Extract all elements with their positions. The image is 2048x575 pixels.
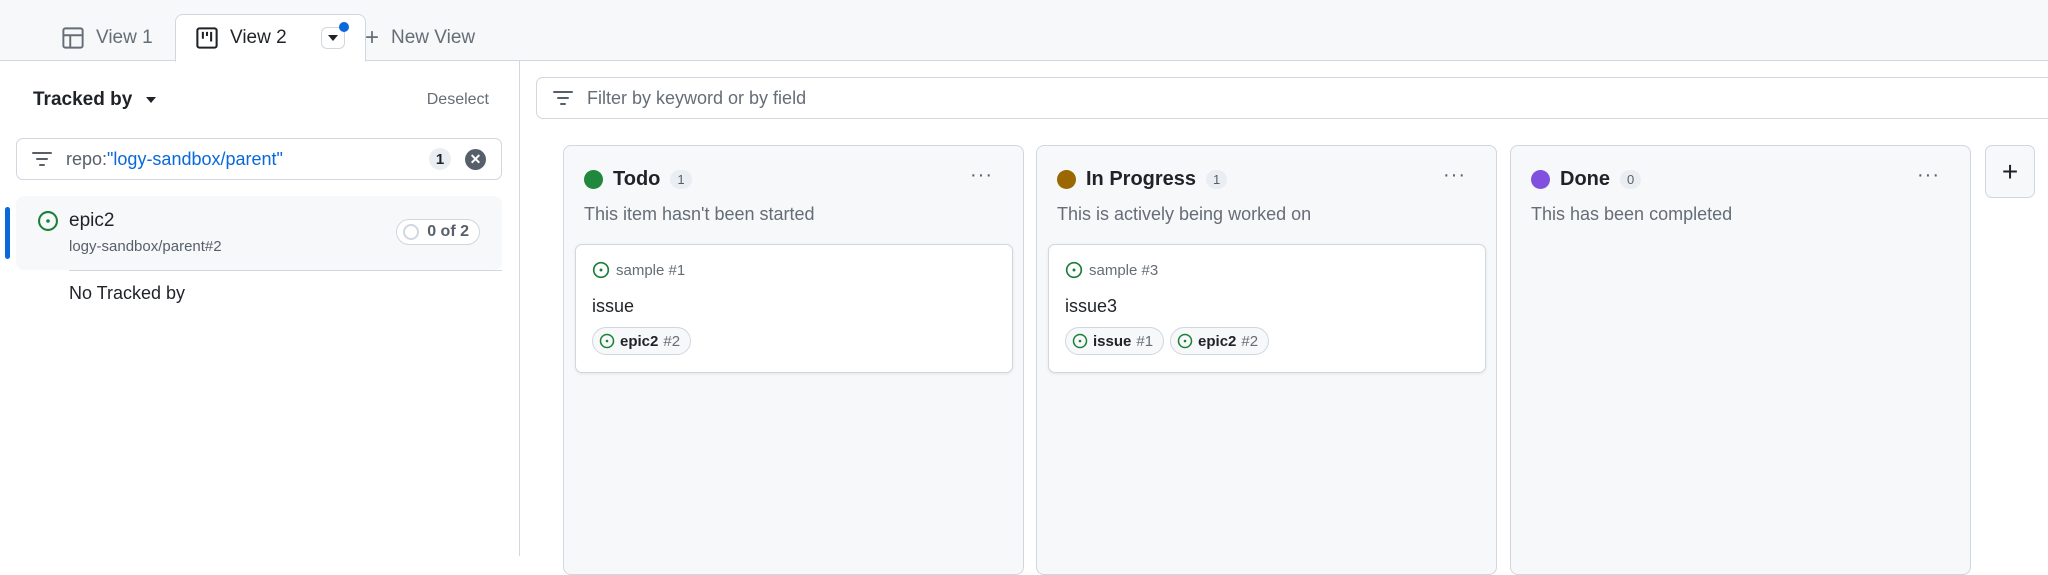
column-description: This is actively being worked on: [1057, 204, 1312, 224]
item-ref: logy-sandbox/parent#2: [69, 238, 222, 255]
filter-value: "logy-sandbox/parent": [107, 148, 283, 169]
column-title: Todo: [613, 168, 661, 190]
tab-label: View 2: [230, 27, 287, 48]
tracked-by-chip[interactable]: epic2 #2: [592, 327, 692, 355]
progress-text: 0 of 2: [427, 223, 469, 240]
status-color-dot: [1057, 170, 1076, 189]
issue-open-icon: [1072, 333, 1088, 349]
tab-label: View 1: [96, 26, 153, 48]
tab-label: New View: [391, 26, 476, 48]
column-menu-button[interactable]: ···: [1917, 164, 1940, 187]
status-color-dot: [584, 170, 603, 189]
chip-number: #1: [1136, 332, 1154, 350]
board-card[interactable]: sample #1 issue epic2 #2: [575, 244, 1013, 373]
selected-indicator: [5, 207, 10, 259]
filter-count: 1: [429, 148, 451, 170]
divider: [69, 270, 502, 271]
column-menu-button[interactable]: ···: [970, 164, 993, 187]
deselect-button[interactable]: Deselect: [427, 91, 489, 109]
sidebar-filter-input[interactable]: repo:"logy-sandbox/parent" 1 ✕: [16, 138, 502, 180]
chip-title: epic2: [620, 332, 659, 350]
card-title[interactable]: issue3: [1065, 296, 1117, 317]
unsaved-dot: [338, 22, 349, 32]
group-by-menu[interactable]: Tracked by: [33, 89, 157, 111]
tab-view-2[interactable]: View 2: [175, 14, 366, 62]
panel-title: Tracked by: [33, 89, 133, 110]
tracked-by-panel: Tracked by Deselect repo:"logy-sandbox/p…: [0, 61, 520, 556]
view-options-button[interactable]: [320, 22, 349, 49]
tracked-by-chip[interactable]: epic2 #2: [1170, 327, 1270, 355]
plus-icon: +: [2001, 155, 2019, 187]
issue-open-icon: [1177, 333, 1193, 349]
column-in-progress: In Progress 1 ··· This is actively being …: [1036, 145, 1497, 575]
table-icon: [62, 26, 84, 49]
card-ref: sample #1: [616, 261, 686, 279]
clear-filter-icon[interactable]: ✕: [465, 148, 486, 170]
filter-qualifier: repo:: [66, 148, 108, 169]
column-title: In Progress: [1086, 168, 1197, 190]
column-menu-button[interactable]: ···: [1443, 164, 1466, 187]
issue-open-icon: [1065, 261, 1083, 279]
list-item-epic2[interactable]: epic2 logy-sandbox/parent#2 0 of 2: [16, 196, 502, 270]
board-icon: [196, 27, 218, 49]
board-filter-input[interactable]: Filter by keyword or by field: [536, 77, 2048, 119]
plus-icon: +: [365, 23, 380, 51]
column-todo: Todo 1 ··· This item hasn't been started …: [563, 145, 1024, 575]
column-title: Done: [1560, 168, 1610, 190]
column-count: 1: [1206, 170, 1228, 189]
column-count: 1: [670, 170, 692, 189]
filter-placeholder: Filter by keyword or by field: [587, 87, 807, 108]
filter-icon: [553, 91, 573, 105]
chip-number: #2: [1241, 332, 1259, 350]
item-title: epic2: [69, 210, 115, 231]
column-description: This has been completed: [1531, 204, 1733, 224]
filter-icon: [32, 152, 52, 166]
issue-open-icon: [592, 261, 610, 279]
issue-open-icon: [599, 333, 615, 349]
column-count: 0: [1620, 170, 1642, 189]
issue-open-icon: [38, 211, 58, 231]
card-ref: sample #3: [1089, 261, 1159, 279]
progress-ring-icon: [403, 224, 420, 240]
column-done: Done 0 ··· This has been completed: [1510, 145, 1971, 575]
card-title[interactable]: issue: [592, 296, 634, 317]
caret-down-icon: [327, 35, 338, 46]
list-item-no-tracked-by[interactable]: No Tracked by: [69, 283, 185, 304]
chip-title: epic2: [1198, 332, 1237, 350]
add-column-button[interactable]: +: [1985, 145, 2035, 198]
chip-title: issue: [1093, 332, 1132, 350]
chip-number: #2: [663, 332, 681, 350]
caret-down-icon: [146, 97, 157, 108]
view-tabs: View 1 View 2 + New View: [0, 0, 2048, 62]
new-view-button[interactable]: + New View: [365, 14, 475, 61]
status-color-dot: [1531, 170, 1550, 189]
tracked-progress-badge: 0 of 2: [396, 219, 480, 245]
tab-view-1[interactable]: View 1: [62, 14, 153, 61]
board-card[interactable]: sample #3 issue3 issue #1 epic2 #2: [1048, 244, 1486, 373]
tracked-by-chip[interactable]: issue #1: [1065, 327, 1165, 355]
column-description: This item hasn't been started: [584, 204, 815, 224]
